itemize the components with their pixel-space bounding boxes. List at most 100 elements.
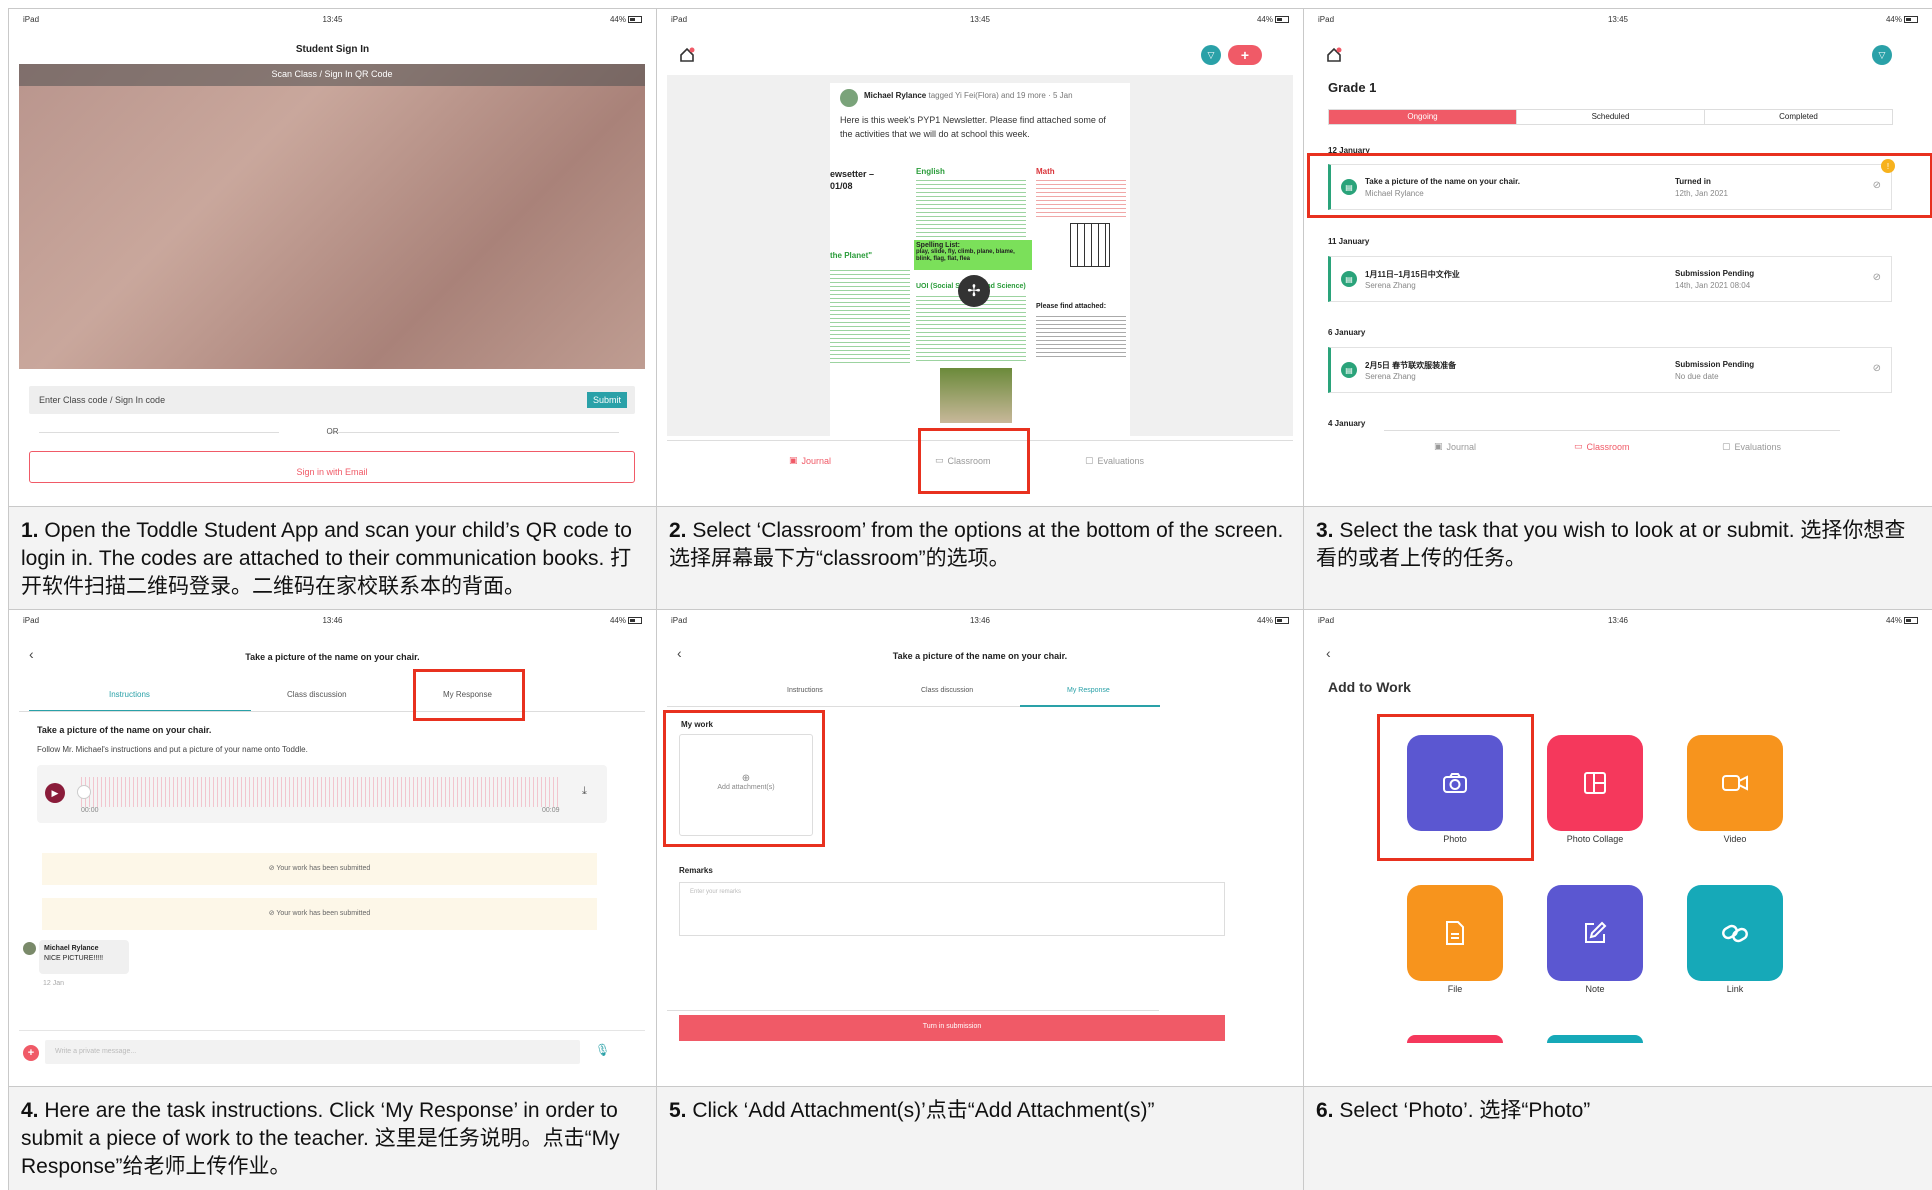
nl-text-block-5 — [1036, 313, 1126, 357]
tab-instructions[interactable]: Instructions — [787, 687, 823, 694]
screen-my-response: iPad 13:46 44% ‹ Take a picture of the n… — [657, 610, 1303, 1086]
task-card[interactable]: ▤ 1月11日–1月15日中文作业 Serena Zhang Submissio… — [1328, 256, 1892, 302]
camera-view[interactable]: Scan Class / Sign In QR Code — [19, 64, 645, 369]
nl-grid — [1070, 223, 1110, 267]
scan-label: Scan Class / Sign In QR Code — [271, 69, 393, 79]
tab-classroom[interactable]: ▭ Classroom — [1574, 441, 1630, 452]
message-input[interactable]: Write a private message... — [45, 1040, 580, 1064]
task-teacher: Serena Zhang — [1365, 281, 1416, 290]
evaluations-icon: ▢ — [1085, 455, 1094, 465]
download-icon[interactable]: ⤓ — [582, 785, 587, 798]
note-tile[interactable] — [1547, 885, 1643, 981]
pdf-icon[interactable]: ✢ — [958, 275, 990, 307]
page-title: Take a picture of the name on your chair… — [892, 651, 1068, 661]
task-due: No due date — [1675, 372, 1719, 381]
filter-icon[interactable]: ▽ — [1872, 45, 1892, 65]
file-label: File — [1447, 984, 1463, 994]
comment-bubble: Michael Rylance NICE PICTURE!!!!! — [39, 940, 129, 974]
code-placeholder: Enter Class code / Sign In code — [39, 395, 166, 405]
post-tags: tagged Yi Fei(Flora) and 19 more · 5 Jan — [926, 91, 1073, 100]
journal-icon: ▣ — [789, 455, 798, 465]
video-label: Video — [1723, 834, 1747, 844]
photo-collage-tile[interactable] — [1547, 735, 1643, 831]
caption-step-2: 2. Select ‘Classroom’ from the options a… — [657, 507, 1303, 609]
link-icon — [1722, 924, 1748, 943]
newsletter-image[interactable]: ewsetter – 01/08 English Math Spelling L… — [830, 163, 1130, 436]
submit-button[interactable]: Submit — [586, 392, 627, 408]
screen-journal: iPad 13:45 44% ▽ + Michael Rylance tagge… — [657, 9, 1303, 506]
home-icon[interactable] — [679, 47, 695, 63]
highlight-my-response — [413, 669, 525, 721]
comment-date: 12 Jan — [43, 980, 65, 987]
caption-step-5: 5. Click ‘Add Attachment(s)’点击“Add Attac… — [657, 1087, 1303, 1190]
instruction-heading: Take a picture of the name on your chair… — [37, 725, 212, 735]
back-icon[interactable]: ‹ — [1326, 645, 1331, 661]
tab-active-underline — [1020, 705, 1160, 707]
task-icon: ▤ — [1341, 362, 1357, 378]
task-card[interactable]: ▤ 2月5日 春节联欢服装准备 Serena Zhang Submission … — [1328, 347, 1892, 393]
page-title: Add to Work — [1328, 679, 1411, 695]
video-tile[interactable] — [1687, 735, 1783, 831]
nl-attached: Please find attached: — [1036, 303, 1107, 310]
segment-completed[interactable]: Completed — [1704, 110, 1892, 124]
audio-start-time: 00:00 — [81, 807, 99, 814]
remarks-field[interactable]: Enter your remarks — [679, 882, 1225, 936]
tab-evaluations[interactable]: ▢ Evaluations — [1722, 441, 1781, 452]
scrub-handle[interactable] — [77, 785, 91, 799]
code-field[interactable]: Enter Class code / Sign In code Submit — [29, 386, 635, 414]
tab-class-discussion[interactable]: Class discussion — [287, 690, 347, 699]
bottom-tab-divider — [1384, 430, 1840, 431]
submitted-banner: ⊘ Your work has been submitted — [42, 898, 597, 930]
caption-step-4: 4. Here are the task instructions. Click… — [9, 1087, 656, 1190]
page-title: Take a picture of the name on your chair… — [245, 652, 420, 662]
filter-icon[interactable]: ▽ — [1201, 45, 1221, 65]
caption-step-3: 3. Select the task that you wish to look… — [1304, 507, 1932, 609]
add-icon[interactable]: + — [23, 1045, 39, 1061]
tab-my-response[interactable]: My Response — [1067, 687, 1110, 694]
task-teacher: Serena Zhang — [1365, 372, 1416, 381]
comment-text: NICE PICTURE!!!!! — [44, 955, 104, 962]
tab-class-discussion[interactable]: Class discussion — [921, 687, 973, 694]
composer-divider — [667, 1010, 1159, 1011]
avatar — [840, 89, 858, 107]
home-icon[interactable] — [1326, 47, 1342, 63]
turn-in-button[interactable]: Turn in submission — [679, 1015, 1225, 1041]
nl-text-block-2 — [1036, 177, 1126, 217]
video-icon — [1722, 775, 1748, 791]
segment-ongoing[interactable]: Ongoing — [1329, 110, 1516, 124]
tab-journal[interactable]: ▣ Journal — [1434, 441, 1476, 452]
note-label: Note — [1585, 984, 1605, 994]
tab-instructions[interactable]: Instructions — [109, 690, 150, 699]
commenter-name: Michael Rylance — [44, 945, 99, 952]
post-byline: Michael Rylance tagged Yi Fei(Flora) and… — [864, 91, 1073, 100]
sign-in-email-button[interactable]: Sign in with Email — [29, 451, 635, 483]
nl-title: ewsetter – — [830, 169, 875, 179]
audio-player[interactable]: ▶ 00:00 00:09 ⤓ — [37, 765, 607, 823]
highlight-photo — [1377, 714, 1534, 861]
note-icon — [1585, 921, 1607, 943]
status-bar: iPad 13:46 44% — [671, 616, 1289, 628]
file-icon — [1446, 921, 1464, 945]
or-label: OR — [326, 427, 339, 436]
microphone-icon[interactable]: 🎙 — [595, 1043, 610, 1057]
nl-spelling: Spelling List: play, slide, fly, climb, … — [914, 240, 1032, 270]
caption-step-1: 1. Open the Toddle Student App and scan … — [9, 507, 656, 609]
add-post-button[interactable]: + — [1228, 45, 1262, 65]
tab-journal[interactable]: ▣ Journal — [789, 455, 831, 466]
group-date: 4 January — [1328, 419, 1366, 428]
group-date: 11 January — [1328, 237, 1370, 246]
segment-scheduled[interactable]: Scheduled — [1516, 110, 1704, 124]
play-icon[interactable]: ▶ — [45, 783, 65, 803]
nl-text-block-3 — [830, 267, 910, 363]
highlight-classroom-tab — [918, 428, 1030, 494]
tab-evaluations[interactable]: ▢ Evaluations — [1085, 455, 1144, 466]
photo-collage-label: Photo Collage — [1566, 834, 1624, 844]
nl-plant-photo — [940, 368, 1012, 423]
task-title: 2月5日 春节联欢服装准备 — [1365, 361, 1457, 370]
waveform — [81, 777, 561, 807]
file-tile[interactable] — [1407, 885, 1503, 981]
segment-control: Ongoing Scheduled Completed — [1328, 109, 1893, 125]
nl-maths: Math — [1036, 167, 1055, 176]
task-title: 1月11日–1月15日中文作业 — [1365, 270, 1460, 279]
link-tile[interactable] — [1687, 885, 1783, 981]
